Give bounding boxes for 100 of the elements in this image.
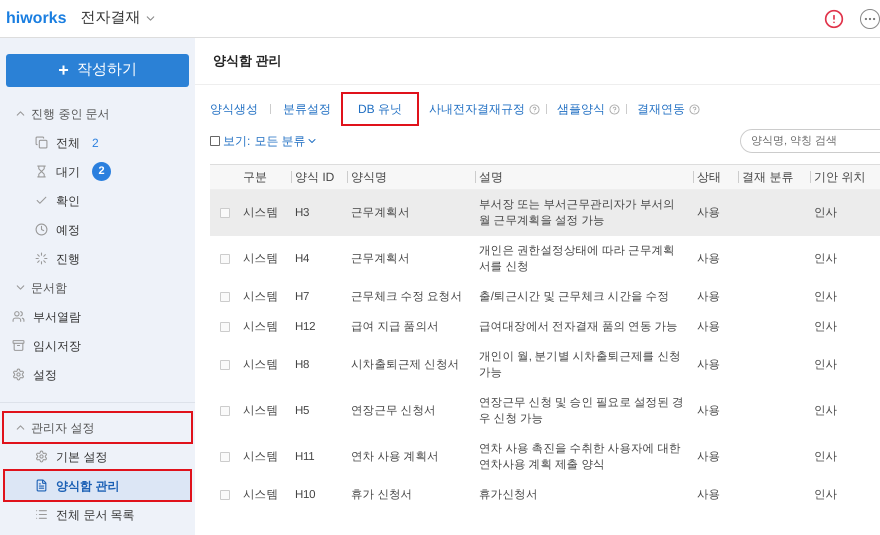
table-cell: H4 (295, 253, 310, 265)
table-cell: 연차 사용 촉진을 수취한 사용자에 대한 연차사용 계획 제출 양식 (479, 443, 681, 471)
logo[interactable]: hiworks (6, 6, 66, 30)
table-cell: 부서장 또는 부서근무관리자가 부서의 월 근무계획을 설정 가능 (479, 199, 675, 227)
filter-checkbox[interactable] (210, 136, 220, 146)
table-cell: 사용 (697, 291, 720, 303)
search-field[interactable]: 양식명, 약칭 검색 (740, 129, 880, 153)
tab[interactable]: 양식생성 (210, 100, 258, 118)
alert-icon[interactable] (824, 8, 844, 28)
link-label: 부서열람 (33, 308, 81, 326)
row-checkbox[interactable] (220, 360, 230, 370)
table-cell: 급여 지급 품의서 (351, 321, 439, 333)
tab[interactable]: 분류설정 (283, 100, 331, 118)
sidebar-item[interactable]: 양식함 관리 (5, 471, 190, 500)
table-cell: 사용 (697, 253, 720, 265)
table-cell: 인사 (814, 207, 838, 219)
link-label: 설정 (33, 366, 57, 384)
table-cell: 사용 (697, 451, 720, 463)
table-cell: 시스템 (243, 359, 278, 371)
archive-icon (12, 339, 25, 352)
compose-button[interactable]: + 작성하기 (6, 54, 189, 87)
column-header: 결재 분류 (741, 169, 794, 186)
app-switcher[interactable]: 전자결재 (80, 7, 158, 30)
column-header: 상태 (696, 169, 721, 186)
table-cell: 급여대장에서 전자결재 품의 연동 가능 (479, 321, 678, 333)
table-cell: 시스템 (243, 291, 278, 303)
table-cell: 개인은 권한설정상태에 따라 근무계획서를 신청 (479, 245, 675, 273)
table-cell: 인사 (814, 451, 838, 463)
sidebar-link[interactable]: 임시저장 (0, 331, 195, 360)
table-cell: 근무계획서 (351, 207, 410, 219)
tab[interactable]: 사내전자결재규정 (429, 100, 540, 118)
filter-label: 보기: (223, 133, 250, 150)
tab[interactable]: DB 유닛 (343, 94, 418, 124)
column-header: 양식 ID (294, 169, 334, 186)
table-cell: 사용 (697, 321, 720, 333)
settings-icon (12, 368, 25, 381)
table-cell: H7 (295, 291, 310, 303)
sidebar-item[interactable]: 예정 (5, 215, 190, 244)
table-cell: H12 (295, 321, 316, 333)
table-cell: 인사 (814, 253, 838, 265)
table-cell: 시스템 (243, 405, 278, 417)
column-header: 설명 (478, 169, 503, 186)
clock-icon (35, 223, 48, 236)
table-cell: 시스템 (243, 253, 278, 265)
sidebar-link[interactable]: 설정 (0, 360, 195, 389)
row-checkbox[interactable] (220, 406, 230, 416)
sidebar-item[interactable]: 전체 2 (5, 128, 190, 157)
table-cell: H11 (295, 451, 314, 463)
table-cell: 시스템 (243, 207, 278, 219)
table-cell: 시스템 (243, 321, 278, 333)
item-label: 양식함 관리 (56, 478, 120, 494)
help-icon[interactable] (529, 104, 540, 114)
table-cell: 근무체크 수정 요청서 (351, 291, 462, 303)
table-row[interactable]: 시스템 H3 근무계획서 부서장 또는 부서근무관리자가 부서의 월 근무계획을 설정 가능 사용 인사 (210, 190, 880, 236)
filter-dropdown[interactable]: 모든 분류 (254, 132, 318, 150)
hourglass-icon (35, 165, 48, 178)
sidebar-item[interactable]: 진행 (5, 244, 190, 273)
sidebar-link[interactable]: 부서열람 (0, 302, 195, 331)
row-checkbox[interactable] (220, 208, 230, 218)
more-icon[interactable] (860, 8, 880, 28)
table-cell: H8 (295, 359, 310, 371)
spinner-icon (35, 252, 48, 265)
section-header[interactable]: 진행 중인 문서 (4, 99, 191, 128)
section-header[interactable]: 관리자 설정 (4, 413, 191, 442)
table-cell: 휴가 신청서 (351, 489, 412, 501)
column-header: 양식명 (350, 169, 387, 186)
table-cell: 사용 (697, 207, 720, 219)
column-header: 기안 위치 (813, 169, 866, 186)
section-header[interactable]: 문서함 (4, 273, 191, 302)
row-checkbox[interactable] (220, 322, 230, 332)
section-title: 문서함 (31, 280, 67, 296)
item-label: 전체 (56, 134, 80, 152)
table-cell: 인사 (814, 321, 838, 333)
row-checkbox[interactable] (220, 490, 230, 500)
item-label: 확인 (56, 192, 80, 210)
sidebar-item[interactable]: 확인 (5, 186, 190, 215)
table-cell: 인사 (814, 359, 838, 371)
row-checkbox[interactable] (220, 452, 230, 462)
tab[interactable]: 결재연동 (637, 100, 700, 118)
item-label: 진행 (56, 250, 80, 268)
table-cell: H10 (295, 489, 316, 501)
tab[interactable]: 샘플양식 (557, 100, 620, 118)
list-icon (35, 508, 48, 521)
table-cell: 연장근무 신청서 (351, 405, 436, 417)
item-label: 기본 설정 (56, 448, 108, 466)
help-icon[interactable] (609, 104, 620, 114)
item-label: 대기 (56, 164, 80, 180)
page-title: 양식함 관리 (213, 52, 282, 70)
help-icon[interactable] (689, 104, 700, 114)
sidebar-item[interactable]: 전체 문서 목록 (5, 500, 190, 529)
table-cell: 근무계획서 (351, 253, 410, 265)
table-cell: H3 (295, 207, 310, 219)
sidebar-item[interactable]: 대기 2 (5, 157, 190, 186)
row-checkbox[interactable] (220, 292, 230, 302)
count-badge: 2 (92, 162, 111, 181)
column-header: 구분 (242, 169, 267, 186)
sidebar-item[interactable]: 기본 설정 (5, 442, 190, 471)
table-cell: 시스템 (243, 489, 278, 501)
table-cell: 사용 (697, 359, 720, 371)
row-checkbox[interactable] (220, 254, 230, 264)
